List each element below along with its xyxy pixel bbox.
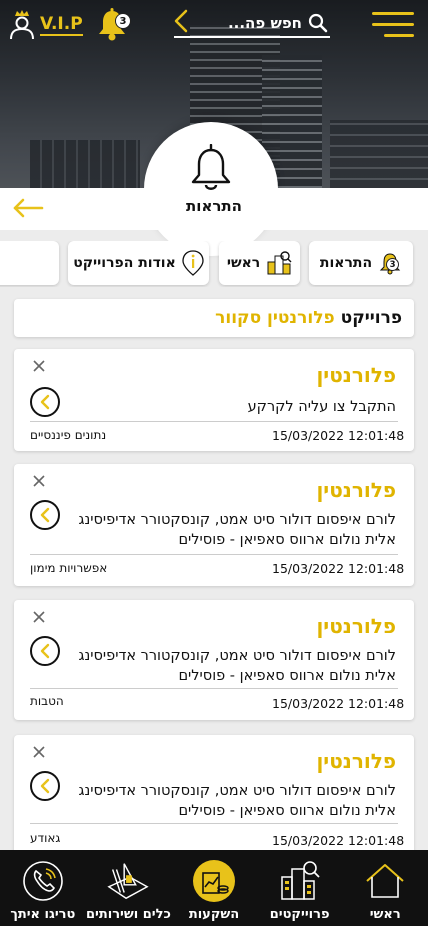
nav-contact[interactable]: טריגו איתך: [0, 850, 86, 926]
vip-area[interactable]: V.I.P: [8, 10, 83, 40]
chip-badge: 3: [386, 258, 400, 271]
divider: [30, 688, 398, 689]
chip-main[interactable]: ראשי: [219, 241, 300, 285]
chevron-left-icon: [40, 643, 50, 659]
notification-category: נתונים פיננסיים: [30, 428, 107, 442]
notification-body: לורם איפסום דולור סיט אמט, קונסקטורר אדי…: [78, 512, 396, 548]
search-input[interactable]: [192, 14, 302, 32]
page-title: התראות: [186, 197, 242, 215]
nav-label: פרוייקטים: [269, 907, 330, 922]
chevron-left-icon: [40, 507, 50, 523]
close-icon[interactable]: [32, 359, 46, 373]
nav-label: טריגו איתך: [10, 907, 76, 922]
divider: [30, 554, 398, 555]
notification-body: התקבל צו עליה לקרקע: [247, 399, 396, 415]
project-prefix: פרוייקט: [340, 308, 402, 328]
chevron-left-icon: [40, 778, 50, 794]
investments-icon: [191, 858, 237, 904]
tools-icon: [105, 858, 151, 904]
notification-card: פלורנטין התקבל צו עליה לקרקע 15/03/2022 …: [14, 349, 414, 451]
notifications-button[interactable]: 3: [96, 8, 136, 44]
notification-body: לורם איפסום דולור סיט אמט, קונסקטורר אדי…: [78, 783, 396, 819]
divider: [30, 823, 398, 824]
open-notification-button[interactable]: [30, 771, 60, 801]
chip-label: ראשי: [226, 255, 261, 271]
notification-datetime: 15/03/2022 12:01:48: [272, 561, 405, 576]
open-notification-button[interactable]: [30, 500, 60, 530]
notification-card: פלורנטין לורם איפסום דולור סיט אמט, קונס…: [14, 464, 414, 586]
bell-icon: [191, 144, 231, 190]
notification-category: גאודע: [30, 831, 61, 845]
notification-category: אפשרויות מימון: [30, 561, 108, 575]
chip-about-project[interactable]: אודות הפרוייקט: [68, 241, 209, 285]
nav-investments[interactable]: השקעות: [171, 850, 257, 926]
nav-label: כלים ושירותים: [86, 907, 171, 922]
chip-row: 3 התראות ראשי אודות הפרוייקט: [0, 241, 428, 287]
projects-icon: [277, 858, 323, 904]
chevron-left-icon[interactable]: [172, 8, 190, 34]
notification-datetime: 15/03/2022 12:01:48: [272, 428, 405, 443]
bell-icon: 3: [378, 251, 402, 275]
notification-badge: 3: [115, 13, 131, 29]
project-header: פרוייקט פלורנטין סקוור: [14, 299, 414, 337]
open-notification-button[interactable]: [30, 387, 60, 417]
phone-icon: [20, 858, 66, 904]
nav-home[interactable]: ראשי: [342, 850, 428, 926]
search-icon[interactable]: [308, 13, 328, 33]
open-notification-button[interactable]: [30, 636, 60, 666]
chip-monitor[interactable]: [0, 241, 59, 285]
divider: [30, 421, 398, 422]
notification-category: הטבות: [30, 694, 64, 708]
bottom-navigation: ראשי פרוייקטים השקעות כלים ושירותים טריג…: [0, 850, 428, 926]
chip-label: התראות: [319, 255, 373, 271]
chip-notifications[interactable]: 3 התראות: [309, 241, 413, 285]
notification-title: פלורנטין: [316, 363, 396, 387]
buildings-icon: [267, 251, 292, 275]
vip-label[interactable]: V.I.P: [40, 14, 83, 36]
hamburger-menu-button[interactable]: [372, 12, 414, 38]
home-icon: [362, 858, 408, 904]
notification-title: פלורנטין: [316, 614, 396, 638]
notification-title: פלורנטין: [316, 478, 396, 502]
close-icon[interactable]: [32, 745, 46, 759]
notification-card: פלורנטין לורם איפסום דולור סיט אמט, קונס…: [14, 735, 414, 855]
notification-datetime: 15/03/2022 12:01:48: [272, 833, 405, 848]
close-icon[interactable]: [32, 474, 46, 488]
nav-label: ראשי: [369, 907, 401, 922]
app-root: 3 V.I.P התראות: [0, 0, 428, 926]
notification-datetime: 15/03/2022 12:01:48: [272, 696, 405, 711]
notification-body: לורם איפסום דולור סיט אמט, קונסקטורר אדי…: [78, 648, 396, 684]
nav-label: השקעות: [188, 907, 240, 922]
notification-title: פלורנטין: [316, 749, 396, 773]
nav-projects[interactable]: פרוייקטים: [257, 850, 343, 926]
close-icon[interactable]: [32, 610, 46, 624]
top-bar: 3 V.I.P: [0, 0, 428, 50]
chip-label: אודות הפרוייקט: [73, 255, 176, 271]
menu-line: [372, 23, 414, 26]
nav-tools-services[interactable]: כלים ושירותים: [86, 850, 172, 926]
project-name: פלורנטין סקוור: [215, 308, 335, 328]
info-icon: [182, 250, 204, 276]
menu-line: [384, 34, 414, 37]
notification-card: פלורנטין לורם איפסום דולור סיט אמט, קונס…: [14, 600, 414, 720]
user-crown-icon: [10, 10, 34, 40]
menu-line: [372, 12, 414, 15]
chevron-left-icon: [40, 394, 50, 410]
search-bar: [174, 10, 330, 38]
